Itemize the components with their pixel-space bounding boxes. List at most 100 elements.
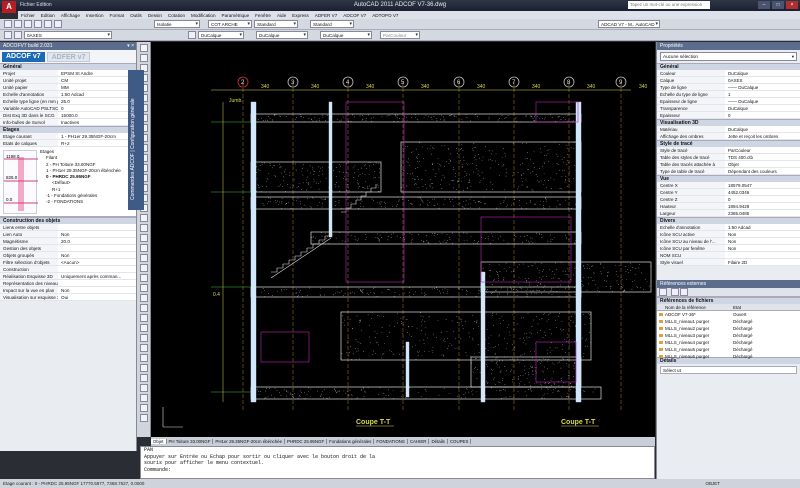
property-row[interactable]: Impact sur la vue en plan Non	[0, 287, 136, 294]
properties-section-header[interactable]: Divers	[657, 217, 800, 224]
property-row[interactable]: Réalisation Esquisse 3D Uniquement après …	[0, 273, 136, 280]
tool-button-icon[interactable]	[140, 284, 148, 292]
property-value[interactable]: Inactives	[58, 119, 136, 125]
menu-item[interactable]: Outils	[127, 13, 145, 18]
tool-button-icon[interactable]	[140, 344, 148, 352]
property-row[interactable]: Centre X 18579.0547	[657, 182, 800, 189]
print-icon[interactable]	[34, 20, 42, 28]
property-value[interactable]: —— DuCalque	[725, 84, 800, 90]
property-value[interactable]: 2385.0485	[725, 210, 800, 216]
layout-tab[interactable]: PH1er 29.35NGF-20cm ébénchée	[213, 439, 286, 444]
color-icon[interactable]	[188, 31, 196, 39]
menu-item[interactable]: Express	[289, 13, 312, 18]
quick-access-toolbar[interactable]: Fichier Edition	[20, 2, 52, 8]
property-row[interactable]: Etats de calques R+2	[0, 140, 136, 147]
property-value[interactable]: 18579.0547	[725, 182, 800, 188]
open-file-icon[interactable]	[14, 20, 22, 28]
redo-icon[interactable]	[54, 20, 62, 28]
tool-button-icon[interactable]	[140, 234, 148, 242]
property-value[interactable]	[58, 266, 136, 272]
property-value[interactable]: TDS 400.ctb	[725, 154, 800, 160]
level-tree-item[interactable]: -2 - FONDATIONS	[40, 199, 121, 205]
menu-item[interactable]: Cotation	[165, 13, 188, 18]
lineweight-combo[interactable]: DuCalque	[320, 31, 372, 39]
menu-item[interactable]: Edition	[38, 13, 58, 18]
property-row[interactable]: Echelle type ligne (en mm p... 25.0	[0, 98, 136, 105]
property-row[interactable]: Construction	[0, 266, 136, 273]
col-state[interactable]: Etat	[729, 304, 800, 310]
tool-button-icon[interactable]	[140, 254, 148, 262]
property-row[interactable]: Projet EPSM St Andre	[0, 70, 136, 77]
refresh-icon[interactable]	[670, 288, 679, 296]
xref-row[interactable]: MLLS_niveau2 purger Déchargé	[657, 325, 800, 332]
layout-tab[interactable]: PH Toiture 33.00NGF	[167, 439, 214, 444]
property-value[interactable]: 1 - PH1er 29.35NGF-20cm	[58, 133, 136, 139]
property-row[interactable]: Icône SCU par fenêtre Non	[657, 245, 800, 252]
properties-section-header[interactable]: Style de tracé	[657, 140, 800, 147]
menu-item[interactable]: Paramétrique	[219, 13, 253, 18]
workspace-combo[interactable]: ADCAD V7 - M.. AutoCAD 200	[598, 20, 660, 34]
property-value[interactable]: ParCouleur	[725, 147, 800, 153]
property-row[interactable]: Type de ligne —— DuCalque	[657, 84, 800, 91]
property-row[interactable]: Info-bulles de Survol Inactives	[0, 119, 136, 126]
property-value[interactable]: 0AXES	[725, 77, 800, 83]
property-row[interactable]: Style visuel Filaire 2D	[657, 259, 800, 266]
property-value[interactable]: MM	[58, 84, 136, 90]
menu-item[interactable]: Fichier	[18, 13, 38, 18]
tool-button-icon[interactable]	[140, 44, 148, 52]
property-row[interactable]: Unité projet CM	[0, 77, 136, 84]
property-value[interactable]: Dépendant des couleurs	[725, 168, 800, 174]
property-row[interactable]: Affichage des ombres Jette et reçoit les …	[657, 133, 800, 140]
xref-row[interactable]: MLLS_niveau3 purger Déchargé	[657, 332, 800, 339]
xref-row[interactable]: MLLS_niveau5 purger Déchargé	[657, 346, 800, 353]
property-value[interactable]	[58, 224, 136, 230]
dim-style-combo[interactable]: Standard	[254, 20, 298, 28]
status-mode[interactable]: OBJET	[705, 479, 720, 488]
property-value[interactable]: R+2	[58, 140, 136, 146]
property-row[interactable]: Liens entre objets	[0, 224, 136, 231]
menu-item[interactable]: Fenêtre	[252, 13, 274, 18]
property-value[interactable]: 1894.9429	[725, 203, 800, 209]
menu-item[interactable]: Format	[107, 13, 128, 18]
layout-tab[interactable]: Détails	[429, 439, 448, 444]
property-value[interactable]: 15000.0	[58, 112, 136, 118]
minimize-icon[interactable]: –	[758, 1, 770, 9]
tool-button-icon[interactable]	[140, 354, 148, 362]
property-value[interactable]: <Aucun>	[58, 259, 136, 265]
xref-row[interactable]: MLLS_niveau1 purger Déchargé	[657, 318, 800, 325]
property-value[interactable]: 1:50 Adcad	[725, 224, 800, 230]
section-general[interactable]: Général	[0, 63, 136, 70]
palette-options-icon[interactable]: ▾ ×	[127, 42, 134, 50]
property-value[interactable]: 0	[58, 105, 136, 111]
tab-adfer[interactable]: ADFER v7	[46, 52, 91, 62]
property-value[interactable]: 1:50 Adcad	[58, 91, 136, 97]
property-value[interactable]: 1	[725, 91, 800, 97]
property-value[interactable]	[58, 245, 136, 251]
section-construction[interactable]: Construction des objets	[0, 217, 136, 224]
property-row[interactable]: Transparence DuCalque	[657, 105, 800, 112]
property-row[interactable]: Représentation des niveaux	[0, 280, 136, 287]
property-value[interactable]: DuCalque	[725, 105, 800, 111]
property-value[interactable]	[725, 252, 800, 258]
property-row[interactable]: Dist Exq 3D dans le SCG 15000.0	[0, 112, 136, 119]
dim-text-combo[interactable]: COT ARCHE	[208, 20, 252, 28]
property-value[interactable]: DuCalque	[725, 70, 800, 76]
undo-icon[interactable]	[44, 20, 52, 28]
col-name[interactable]: Nom de la référence	[657, 304, 729, 310]
menu-item[interactable]: Dessin	[145, 13, 165, 18]
properties-section-header[interactable]: Visualisation 3D	[657, 119, 800, 126]
properties-section-header[interactable]: Vue	[657, 175, 800, 182]
property-value[interactable]: 4452.0346	[725, 189, 800, 195]
property-value[interactable]: 20.0	[58, 238, 136, 244]
save-icon[interactable]	[24, 20, 32, 28]
property-row[interactable]: Table des styles de tracé TDS 400.ctb	[657, 154, 800, 161]
tool-button-icon[interactable]	[140, 364, 148, 372]
property-row[interactable]: Magnétisme 20.0	[0, 238, 136, 245]
menu-item[interactable]: Insertion	[83, 13, 107, 18]
attach-xref-icon[interactable]	[659, 288, 667, 296]
property-value[interactable]	[58, 280, 136, 286]
property-value[interactable]: 0	[725, 112, 800, 118]
layout-tab[interactable]: Fondations générales	[327, 439, 375, 444]
property-row[interactable]: Icône SCU au niveau de l'... Non	[657, 238, 800, 245]
property-row[interactable]: Centre Y 4452.0346	[657, 189, 800, 196]
